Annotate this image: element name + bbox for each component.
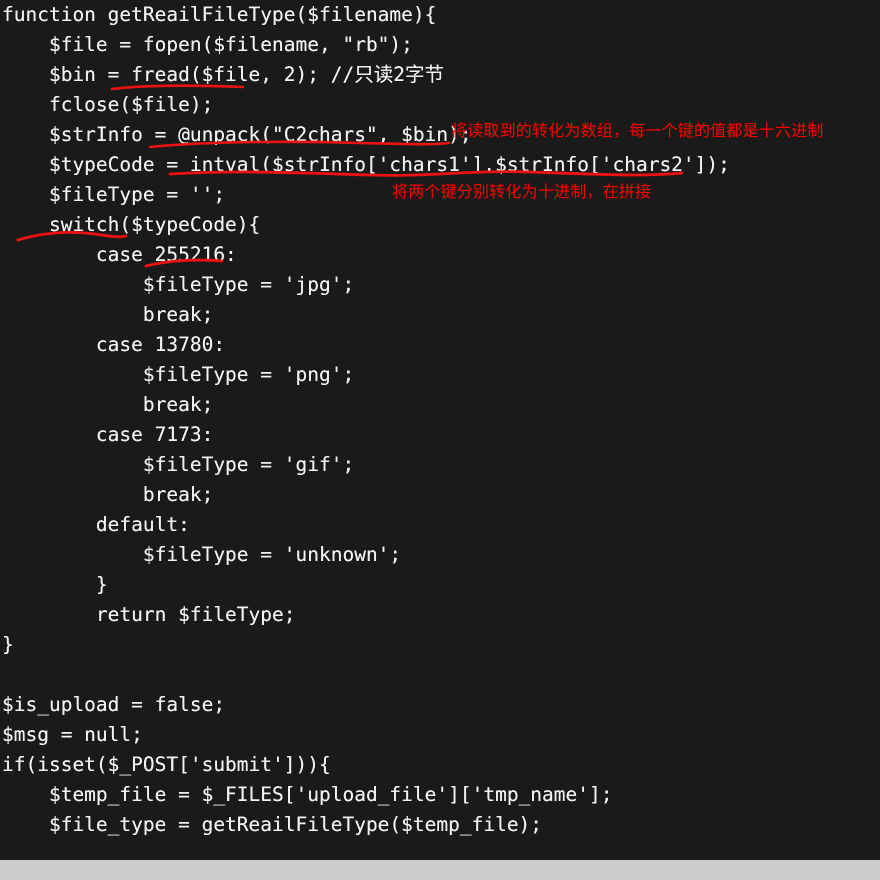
code-line: $file = fopen($filename, "rb");: [2, 33, 413, 56]
code-line: $temp_file = $_FILES['upload_file']['tmp…: [2, 783, 613, 806]
code-line: function getReailFileType($filename){: [2, 3, 437, 26]
code-line: }: [2, 633, 14, 656]
code-line: fclose($file);: [2, 93, 214, 116]
code-line: return $fileType;: [2, 603, 296, 626]
code-line: $fileType = 'unknown';: [2, 543, 402, 566]
code-line: case 255216:: [2, 243, 237, 266]
code-line: case 13780:: [2, 333, 226, 356]
code-line: default:: [2, 513, 190, 536]
code-line: $fileType = 'gif';: [2, 453, 355, 476]
code-line: switch($typeCode){: [2, 213, 261, 236]
footer-bar: [0, 860, 880, 880]
code-line: $bin = fread($file, 2); //只读2字节: [2, 63, 444, 86]
annotation-note-unpack: 将读取到的转化为数组，每一个键的值都是十六进制: [451, 121, 824, 140]
code-line: $file_type = getReailFileType($temp_file…: [2, 813, 543, 836]
code-line: $typeCode = intval($strInfo['chars1'].$s…: [2, 153, 730, 176]
code-line: }: [2, 573, 108, 596]
annotation-note-intval: 将两个键分别转化为十进制，在拼接: [392, 182, 652, 201]
code-screenshot: function getReailFileType($filename){ $f…: [0, 0, 880, 880]
code-line: $fileType = 'png';: [2, 363, 355, 386]
code-line: $fileType = 'jpg';: [2, 273, 355, 296]
code-line: break;: [2, 303, 214, 326]
code-line: $msg = null;: [2, 723, 143, 746]
code-surface: function getReailFileType($filename){ $f…: [0, 0, 880, 860]
code-line: case 7173:: [2, 423, 214, 446]
code-line: break;: [2, 483, 214, 506]
code-line: $is_upload = false;: [2, 693, 226, 716]
code-line: if(isset($_POST['submit'])){: [2, 753, 331, 776]
code-line: break;: [2, 393, 214, 416]
